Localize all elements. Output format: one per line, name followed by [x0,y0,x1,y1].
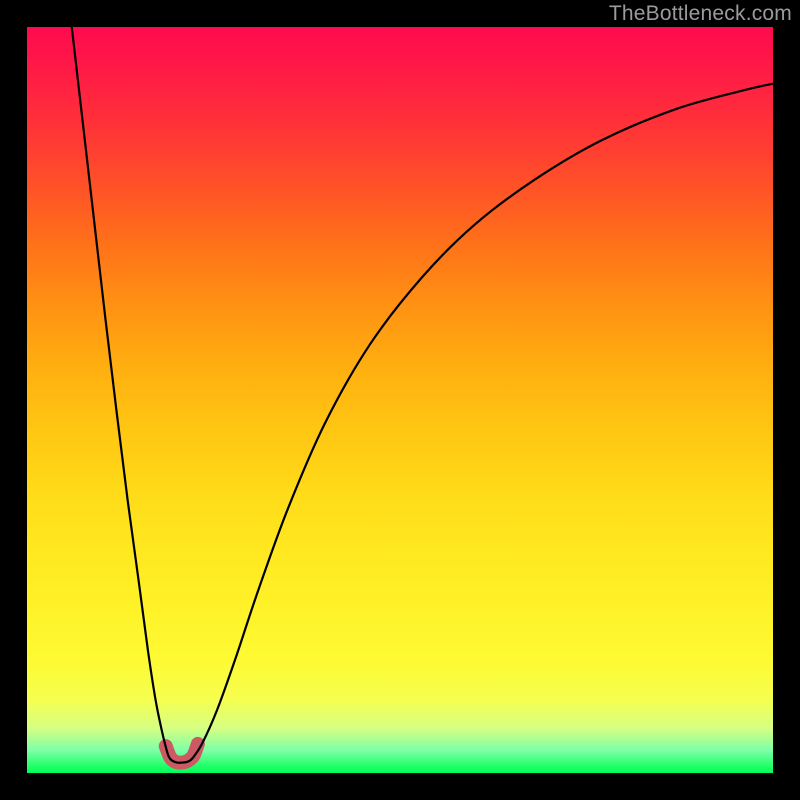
chart-curve-svg [27,27,773,773]
chart-plot-area [27,27,773,773]
chart-frame: TheBottleneck.com [0,0,800,800]
watermark-text: TheBottleneck.com [609,2,792,26]
main-curve [72,27,773,763]
